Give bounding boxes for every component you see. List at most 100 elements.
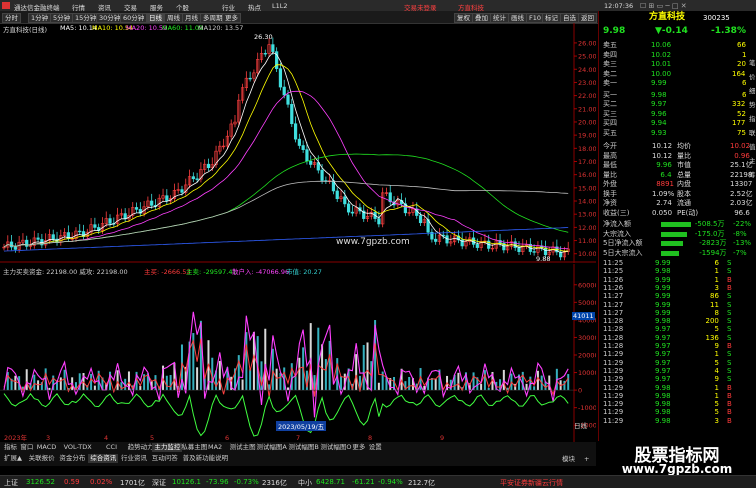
period-tab-8[interactable]: 月线 (182, 13, 201, 23)
info-tab-5[interactable]: 互动问答 (150, 454, 180, 463)
indicator-tab-4[interactable]: CCI (104, 443, 119, 452)
low-marker: 9.88 (536, 255, 550, 263)
indicator-bar (264, 329, 266, 390)
flow-label: 大宗流入 (603, 230, 631, 239)
btn-back[interactable]: 返回 (578, 13, 597, 23)
sell-level-price: 10.01 (651, 60, 671, 69)
side-tab-3[interactable]: 势 (749, 99, 756, 109)
price-tick-label: 21.00 (578, 105, 596, 113)
period-tab-1[interactable]: 1分钟 (28, 13, 51, 23)
tick-price: 9.98 (655, 267, 671, 275)
price-tick-label: 18.00 (578, 145, 596, 153)
indicator-tab-9[interactable]: 测试主图 (228, 443, 258, 452)
candle-body (166, 196, 169, 201)
tick-side: S (727, 292, 731, 300)
indicator-bar (310, 323, 312, 390)
btn-fuquan[interactable]: 复权 (454, 13, 473, 23)
date-axis-label: 5 (150, 434, 154, 442)
period-tab-6[interactable]: 日线 (146, 13, 165, 23)
info-tab-6[interactable]: 普及新功能说明 (181, 454, 231, 463)
sell-level-1: 卖五10.0666 (599, 41, 756, 50)
period-tab-2[interactable]: 5分钟 (50, 13, 73, 23)
window-controls-icon[interactable]: ☐ ⊞ ▭ ─ □ ✕ (640, 2, 687, 10)
buy-level-volume: 75 (737, 129, 746, 138)
tick-price: 9.98 (655, 408, 671, 416)
indicator-tab-13[interactable]: 更多 (350, 443, 367, 452)
period-tab-10[interactable]: 更多 (222, 13, 241, 23)
info-tab-0[interactable]: 扩展▲ (2, 454, 24, 463)
indicator-bar (295, 376, 297, 390)
indicator-tab-5[interactable]: 趋势动力 (126, 443, 156, 452)
info-tab-3[interactable]: 综合资讯 (88, 454, 118, 463)
indicator-chart[interactable]: 6000050000400003000020000100000-10000-20… (0, 264, 596, 442)
side-tab-8[interactable]: 筹 (749, 169, 756, 179)
indicator-tab-12[interactable]: 测试幅图O (318, 443, 353, 452)
side-tab-4[interactable]: 指 (749, 113, 756, 123)
candle-body (135, 207, 138, 209)
indicator-bar (526, 384, 528, 390)
sell-level-label: 卖五 (603, 41, 617, 50)
stat-value-2: 2.52亿 (730, 190, 753, 199)
indicator-tab-11[interactable]: 测试幅图B (286, 443, 320, 452)
stat-label-2: 市值 (677, 161, 691, 170)
candle-body (351, 212, 354, 213)
period-tab-0[interactable]: 分时 (2, 13, 21, 23)
indicator-tab-8[interactable]: MA2 (206, 443, 224, 452)
indicator-tab-1[interactable]: 窗口 (18, 443, 35, 452)
btn-mark[interactable]: 标记 (542, 13, 561, 23)
btn-watchlist[interactable]: 自选 (560, 13, 579, 23)
indicator-svg[interactable]: 6000050000400003000020000100000-10000-20… (0, 264, 596, 442)
side-tab-7[interactable]: 主 (749, 155, 756, 165)
tick-side: S (727, 367, 731, 375)
indicator-tab-7[interactable]: 私募主图 (179, 443, 209, 452)
tick-row: 11:299.981B (599, 384, 756, 392)
kline-svg[interactable]: 26.0025.0024.0023.0022.0021.0020.0019.00… (0, 23, 596, 263)
price-row: 9.98 ▼-0.14 -1.38% (599, 27, 756, 39)
tick-side: S (727, 325, 731, 333)
btn-stats[interactable]: 统计 (490, 13, 509, 23)
side-tab-6[interactable]: 值 (749, 141, 756, 151)
info-tab-4[interactable]: 行业资讯 (119, 454, 149, 463)
side-tab-1[interactable]: 价 (749, 71, 756, 81)
period-tab-5[interactable]: 60分钟 (120, 13, 147, 23)
kline-chart[interactable]: 26.0025.0024.0023.0022.0021.0020.0019.00… (0, 23, 596, 263)
indicator-tab-0[interactable]: 指标 (2, 443, 19, 452)
candles[interactable] (3, 38, 570, 261)
tick-time: 11:28 (603, 342, 623, 350)
btn-overlay[interactable]: 叠加 (472, 13, 491, 23)
indicator-tab-6[interactable]: 主力监控 (152, 443, 182, 452)
indicator-tab-2[interactable]: MACD (35, 443, 58, 452)
indicator-tab-3[interactable]: VOL-TDX (62, 443, 94, 452)
stat-label: 净资 (603, 199, 617, 208)
flow-pct: -22% (733, 220, 751, 229)
indicator-bar (279, 373, 281, 390)
sell-level-price: 10.06 (651, 41, 671, 50)
period-tab-7[interactable]: 周线 (164, 13, 183, 23)
tick-side: B (727, 408, 732, 416)
buy-level-label: 买一 (603, 91, 617, 100)
add-module-button[interactable]: + (582, 455, 591, 464)
indicator-tab-14[interactable]: 设置 (367, 443, 384, 452)
module-button[interactable]: 模块 (560, 455, 577, 464)
stat-value: 1.09% (652, 190, 674, 199)
side-tab-5[interactable]: 联 (749, 127, 756, 137)
side-tab-2[interactable]: 细 (749, 85, 756, 95)
price-tick-label: 16.00 (578, 171, 596, 179)
price-tick-label: 22.00 (578, 92, 596, 100)
side-tab-0[interactable]: 笔 (749, 57, 756, 67)
btn-draw[interactable]: 画线 (508, 13, 527, 23)
flow-label: 5日大宗流入 (603, 249, 642, 258)
indicator-bar (408, 377, 410, 390)
tick-price: 9.97 (655, 342, 671, 350)
tick-side: B (727, 342, 732, 350)
sell-level-price: 10.00 (651, 70, 671, 79)
indicator-tab-10[interactable]: 测试幅图A (254, 443, 288, 452)
indicator-bar (14, 376, 16, 390)
menu-item-7[interactable]: L1L2 (272, 2, 288, 10)
price-change-pct: -1.38% (711, 27, 746, 36)
info-tab-2[interactable]: 资金分布 (57, 454, 87, 463)
info-tab-1[interactable]: 关联报价 (27, 454, 57, 463)
indicator-value-1: 主卖: -29597.41 (186, 266, 237, 276)
indicator-bar (537, 371, 539, 390)
tick-time: 11:28 (603, 325, 623, 333)
